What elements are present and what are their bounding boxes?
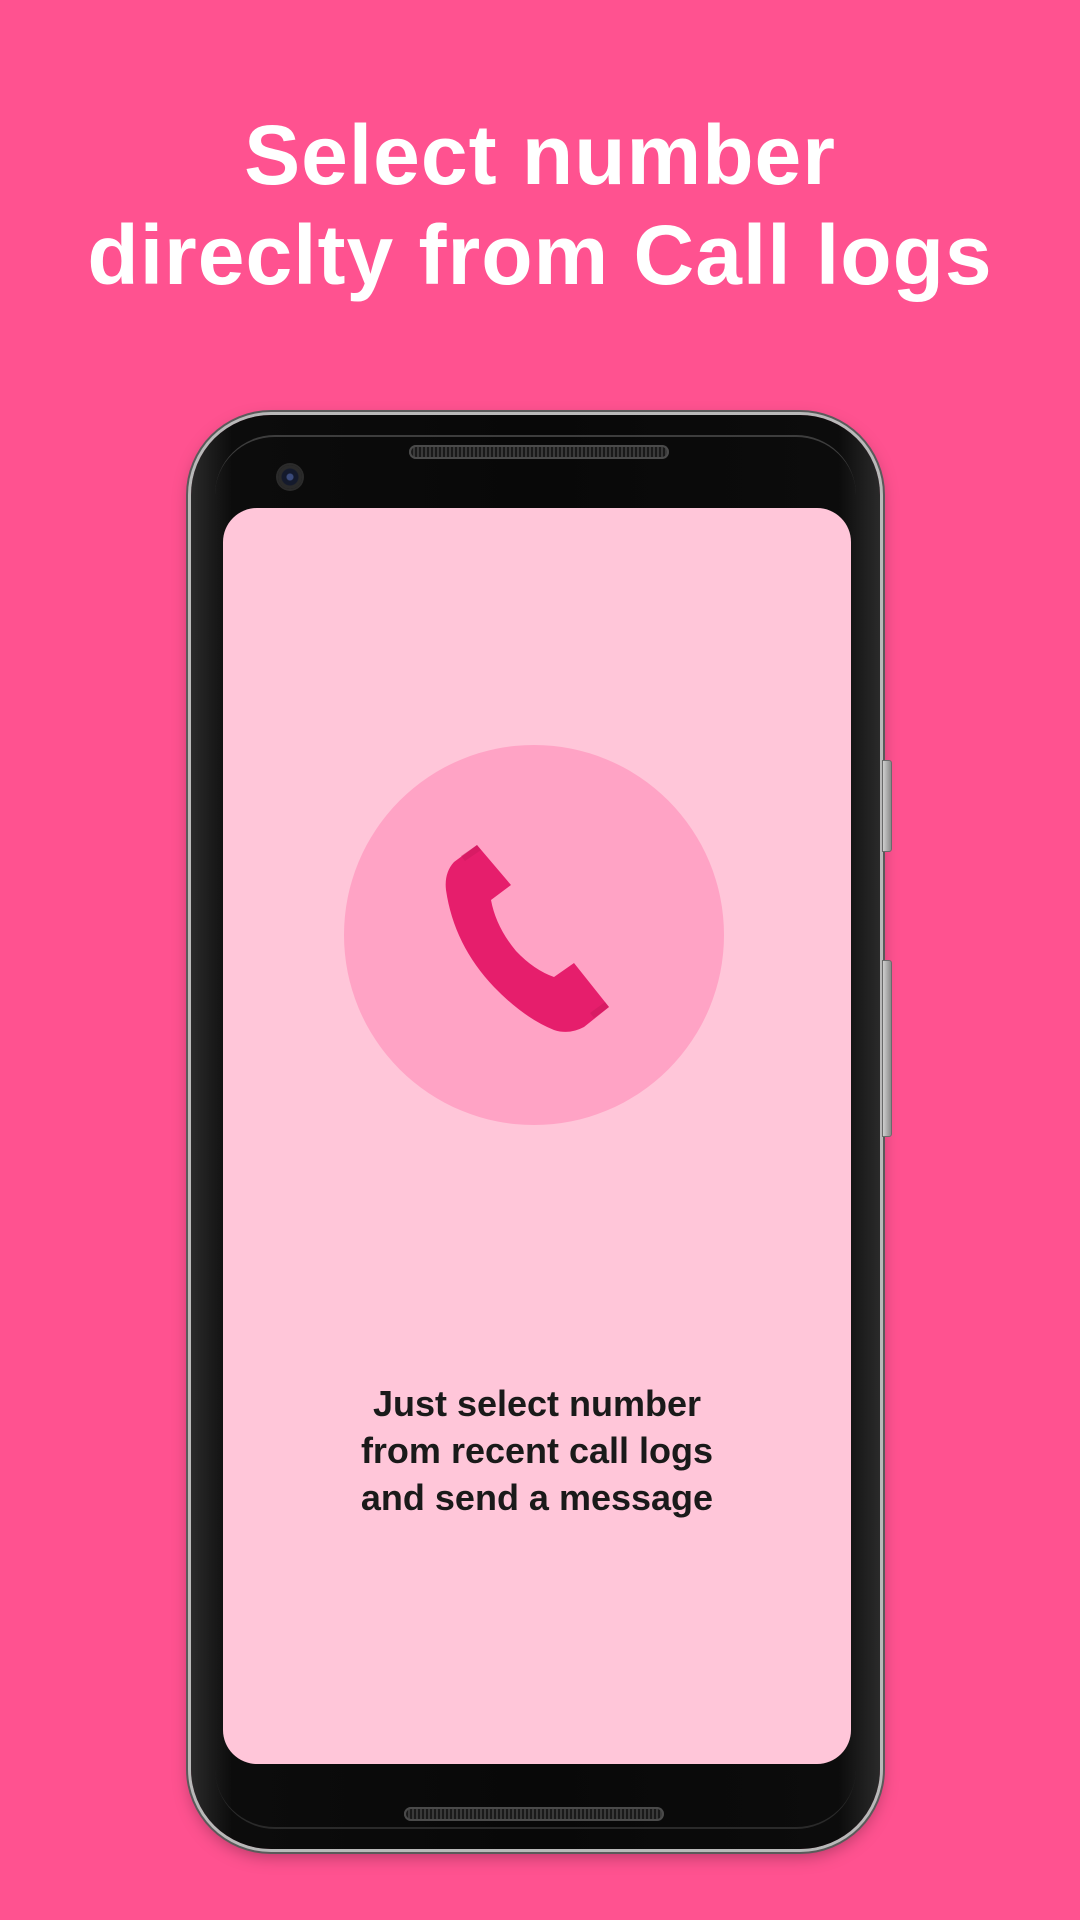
top-speaker-grille (409, 445, 669, 459)
phone-mockup: Just select number from recent call logs… (191, 415, 892, 1849)
message-line-2: from recent call logs (360, 1430, 714, 1471)
promo-page: Select number direclty from Call logs Ju… (0, 0, 1080, 1920)
screen-message: Just select number from recent call logs… (223, 1380, 851, 1521)
volume-button (882, 960, 892, 1137)
bottom-speaker-grille (404, 1807, 664, 1821)
headline-line-2: direclty from Call logs (87, 208, 993, 302)
front-camera-icon (278, 465, 302, 489)
power-button (882, 760, 892, 852)
phone-screen: Just select number from recent call logs… (223, 508, 851, 1764)
message-line-3: and send a message (360, 1477, 714, 1518)
icon-circle (344, 745, 724, 1125)
headline-line-1: Select number (244, 108, 836, 202)
headline: Select number direclty from Call logs (0, 105, 1080, 305)
message-line-1: Just select number (372, 1383, 702, 1424)
phone-handset-icon (445, 845, 609, 1032)
